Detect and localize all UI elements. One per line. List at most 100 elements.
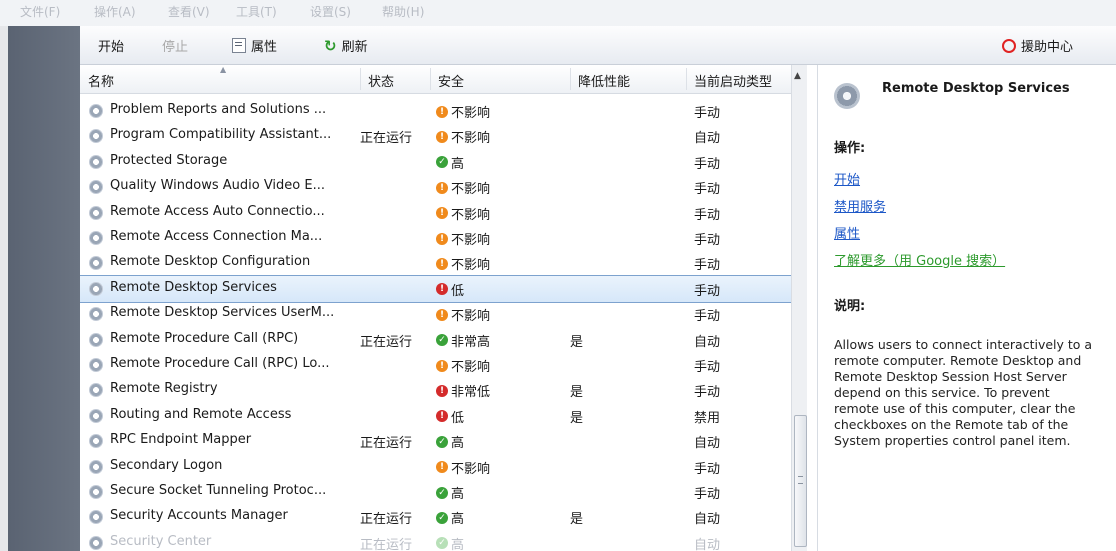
properties-button[interactable]: 属性 [232, 36, 277, 55]
security-level-text: 不影响 [451, 131, 491, 147]
service-row[interactable]: Quality Windows Audio Video E...! 不影响 手动 [80, 174, 791, 200]
service-security: ✓ 高 [436, 153, 464, 172]
service-security: ! 非常低 [436, 381, 490, 400]
action-start-link[interactable]: 开始 [834, 169, 860, 188]
help-lifebuoy-icon [1002, 38, 1016, 53]
security-level-text: 高 [451, 537, 465, 551]
column-startup-type[interactable]: 当前启动类型 [694, 71, 786, 90]
details-panel: Remote Desktop Services 操作: 开始 禁用服务 属性 了… [817, 65, 1116, 551]
service-row[interactable]: Program Compatibility Assistant... 正在运行! 不… [80, 123, 791, 149]
service-row[interactable]: RPC Endpoint Mapper 正在运行 ✓ 高 自动 [80, 428, 791, 454]
service-row[interactable]: Secure Socket Tunneling Protoc... ✓ 高 手动 [80, 479, 791, 505]
service-row[interactable]: Remote Desktop Services! 低手动 [80, 274, 791, 303]
description-heading: 说明: [834, 299, 866, 314]
service-name: Secure Socket Tunneling Protoc... [110, 483, 327, 498]
menu-tools[interactable]: 工具(T) [236, 3, 277, 20]
service-gear-icon [89, 459, 103, 474]
service-gear-icon [89, 434, 103, 449]
service-gear-icon [89, 256, 103, 271]
service-row[interactable]: Protected Storage ✓ 高 手动 [80, 149, 791, 175]
column-separator[interactable] [360, 68, 361, 90]
scrollbar-thumb[interactable] [794, 415, 807, 547]
actions-heading: 操作: [834, 141, 866, 156]
service-performance: 是 [570, 512, 584, 528]
service-security: ! 不影响 [436, 229, 490, 248]
service-name: Routing and Remote Access [110, 406, 292, 422]
security-level-text: 低 [451, 283, 465, 299]
action-properties-link[interactable]: 属性 [834, 223, 860, 242]
service-startup-type: 手动 [694, 207, 721, 223]
help-center-button[interactable]: 援助中心 [1002, 36, 1073, 55]
security-level-icon: ✓ [436, 537, 448, 550]
service-startup-type: 自动 [694, 436, 721, 452]
security-level-text: 高 [451, 487, 465, 502]
service-row[interactable]: Remote Procedure Call (RPC) Lo...! 不影响 手动 [80, 352, 791, 378]
service-gear-icon [89, 180, 103, 195]
service-startup-type: 手动 [694, 106, 721, 121]
menu-settings[interactable]: 设置(S) [310, 3, 351, 20]
refresh-icon: ↻ [324, 36, 337, 55]
column-separator[interactable] [430, 68, 431, 90]
service-name: Security Accounts Manager [110, 508, 288, 524]
service-row[interactable]: Security Accounts Manager 正在运行 ✓ 高 是 自动 [80, 504, 791, 530]
service-security: ✓ 高 [436, 534, 464, 551]
menu-view[interactable]: 查看(V) [168, 3, 210, 20]
column-security[interactable]: 安全 [438, 71, 464, 90]
service-security: ✓ 高 [436, 483, 464, 502]
service-row[interactable]: Remote Desktop Configuration! 不影响 手动 [80, 250, 791, 276]
stop-button[interactable]: 停止 [162, 36, 188, 55]
column-performance[interactable]: 降低性能 [578, 71, 630, 90]
security-level-icon: ✓ [436, 435, 448, 448]
services-list: Problem Reports and Solutions ...! 不影响 手动 P… [80, 95, 791, 551]
service-row[interactable]: Remote Access Auto Connectio...! 不影响 手动 [80, 200, 791, 226]
service-status: 正在运行 [360, 131, 413, 147]
column-status[interactable]: 状态 [368, 71, 394, 90]
service-gear-icon [89, 104, 103, 118]
learn-more-google-link[interactable]: 了解更多（用 Google 搜索） [834, 250, 1005, 269]
service-row[interactable]: Security Center 正在运行 ✓ 高 自动 [80, 530, 791, 551]
service-row[interactable]: Remote Registry! 非常低是手动 [80, 377, 791, 403]
vertical-scrollbar[interactable]: ▲ [791, 65, 807, 551]
service-gear-icon [89, 485, 103, 499]
column-separator[interactable] [570, 68, 571, 90]
service-startup-type: 自动 [694, 334, 721, 350]
service-row[interactable]: Remote Desktop Services UserM...! 不影响 手动 [80, 301, 791, 327]
security-level-text: 不影响 [451, 360, 491, 375]
column-header: ▲ 名称 状态 安全 降低性能 当前启动类型 [80, 65, 806, 94]
security-level-text: 非常高 [451, 334, 491, 350]
service-security: ✓ 高 [436, 432, 464, 451]
service-performance: 是 [570, 410, 584, 426]
service-status: 正在运行 [360, 436, 413, 452]
service-security: ! 不影响 [436, 356, 490, 375]
menu-action[interactable]: 操作(A) [94, 3, 136, 20]
service-status: 正在运行 [360, 334, 413, 350]
service-security: ! 低 [436, 407, 464, 426]
service-startup-type: 自动 [694, 512, 721, 528]
menu-help[interactable]: 帮助(H) [382, 3, 424, 20]
service-security: ! 不影响 [436, 178, 490, 197]
service-name: Program Compatibility Assistant... [110, 127, 332, 143]
service-status: 正在运行 [360, 537, 413, 551]
service-gear-icon [89, 408, 103, 423]
service-row[interactable]: Problem Reports and Solutions ...! 不影响 手动 [80, 98, 791, 124]
refresh-button[interactable]: ↻ 刷新 [324, 36, 368, 56]
service-name: Remote Desktop Services [110, 279, 277, 295]
menu-file[interactable]: 文件(F) [20, 3, 60, 20]
action-disable-service-link[interactable]: 禁用服务 [834, 196, 886, 215]
service-row[interactable]: Routing and Remote Access! 低是禁用 [80, 403, 791, 429]
column-separator[interactable] [686, 68, 687, 90]
service-row[interactable]: Remote Procedure Call (RPC) 正在运行 ✓ 非常高 是 自动 [80, 327, 791, 353]
service-status: 正在运行 [360, 512, 413, 528]
security-level-icon: ✓ [436, 511, 448, 524]
security-level-icon: ! [436, 181, 448, 194]
security-level-icon: ! [436, 232, 448, 245]
service-security: ✓ 非常高 [436, 331, 490, 350]
service-gear-icon [89, 205, 103, 220]
service-row[interactable]: Remote Access Connection Ma...! 不影响 手动 [80, 225, 791, 251]
column-name[interactable]: 名称 [88, 71, 114, 90]
scroll-up-arrow-icon[interactable]: ▲ [794, 71, 801, 81]
service-row[interactable]: Secondary Logon! 不影响 手动 [80, 454, 791, 480]
start-button[interactable]: 开始 [98, 36, 124, 55]
service-name: Security Center [110, 533, 212, 549]
service-gear-icon [89, 281, 103, 296]
